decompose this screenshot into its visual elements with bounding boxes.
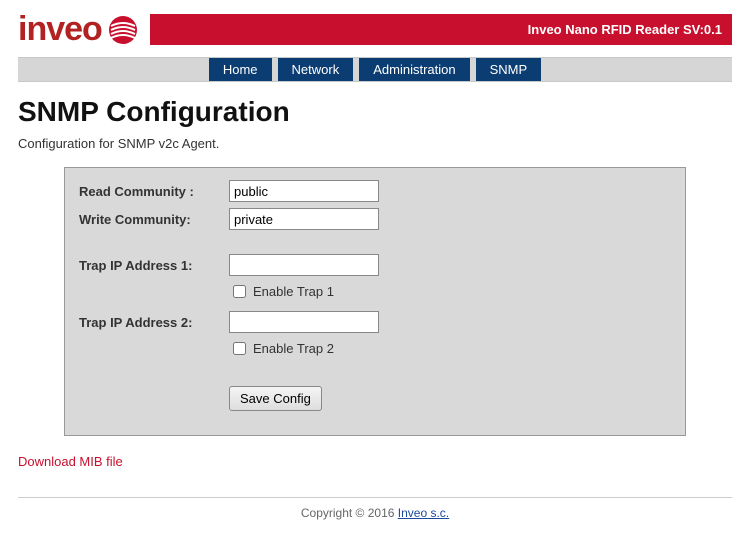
read-community-label: Read Community : bbox=[79, 184, 229, 199]
download-mib-link[interactable]: Download MIB file bbox=[18, 454, 123, 469]
page-title: SNMP Configuration bbox=[18, 96, 732, 128]
enable-trap2-checkbox[interactable] bbox=[233, 342, 246, 355]
read-community-input[interactable] bbox=[229, 180, 379, 202]
footer-company-link[interactable]: Inveo s.c. bbox=[398, 506, 449, 520]
nav-home[interactable]: Home bbox=[209, 58, 272, 81]
write-community-label: Write Community: bbox=[79, 212, 229, 227]
trap2-input[interactable] bbox=[229, 311, 379, 333]
banner-title: Inveo Nano RFID Reader SV:0.1 bbox=[150, 14, 732, 45]
config-panel: Read Community : Write Community: Trap I… bbox=[64, 167, 686, 436]
logo: inveo bbox=[18, 10, 138, 49]
header: inveo Inveo Nano RFID Reader SV:0.1 bbox=[18, 10, 732, 49]
nav-bar: Home Network Administration SNMP bbox=[18, 57, 732, 82]
nav-snmp[interactable]: SNMP bbox=[476, 58, 542, 81]
logo-icon bbox=[108, 15, 138, 45]
trap2-label: Trap IP Address 2: bbox=[79, 315, 229, 330]
page-subtitle: Configuration for SNMP v2c Agent. bbox=[18, 136, 732, 151]
nav-network[interactable]: Network bbox=[278, 58, 354, 81]
enable-trap1-label: Enable Trap 1 bbox=[253, 284, 334, 299]
enable-trap2-label: Enable Trap 2 bbox=[253, 341, 334, 356]
footer: Copyright © 2016 Inveo s.c. bbox=[18, 497, 732, 520]
footer-copyright: Copyright © 2016 bbox=[301, 506, 398, 520]
logo-text: inveo bbox=[18, 10, 102, 49]
write-community-input[interactable] bbox=[229, 208, 379, 230]
trap1-input[interactable] bbox=[229, 254, 379, 276]
save-config-button[interactable]: Save Config bbox=[229, 386, 322, 411]
trap1-label: Trap IP Address 1: bbox=[79, 258, 229, 273]
nav-administration[interactable]: Administration bbox=[359, 58, 469, 81]
enable-trap1-checkbox[interactable] bbox=[233, 285, 246, 298]
